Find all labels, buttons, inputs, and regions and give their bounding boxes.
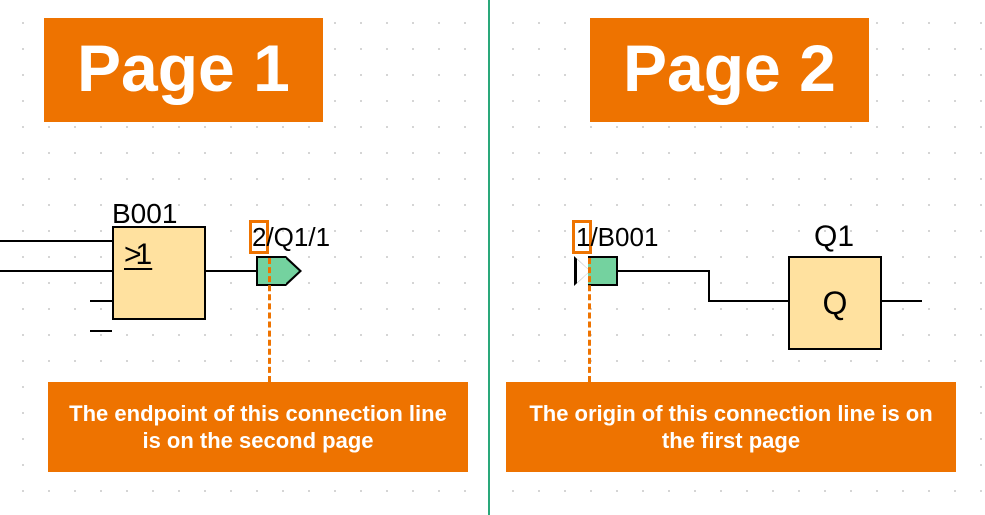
connector-out-label: 2/Q1/1: [252, 222, 330, 253]
wire-b001-to-connector: [206, 270, 256, 272]
wire-input-3-stub: [90, 300, 112, 302]
block-q1-label: Q1: [814, 220, 854, 254]
wire-input-1: [0, 240, 112, 242]
wire-bend-to-q: [708, 300, 788, 302]
leader-line-page1: [268, 258, 271, 382]
connector-in-label: 1/B001: [576, 222, 658, 253]
block-q1[interactable]: Q: [788, 256, 882, 350]
cross-page-connector-out[interactable]: [256, 256, 300, 286]
wire-bend-vertical: [708, 270, 710, 302]
or-gate-symbol: >1: [124, 238, 152, 272]
page-divider: [488, 0, 490, 515]
page-1-title-badge: Page 1: [44, 18, 323, 122]
wire-input-2: [0, 270, 112, 272]
cross-page-connector-in[interactable]: [574, 256, 618, 286]
page-2-title-badge: Page 2: [590, 18, 869, 122]
output-symbol: Q: [823, 285, 848, 322]
callout-page1: The endpoint of this connection line is …: [48, 382, 468, 472]
block-b001[interactable]: >1: [112, 226, 206, 320]
leader-line-page2: [588, 258, 591, 382]
callout-page2: The origin of this connection line is on…: [506, 382, 956, 472]
wire-q-output: [882, 300, 922, 302]
wire-connector-to-bend: [618, 270, 710, 272]
wire-input-4-stub: [90, 330, 112, 332]
